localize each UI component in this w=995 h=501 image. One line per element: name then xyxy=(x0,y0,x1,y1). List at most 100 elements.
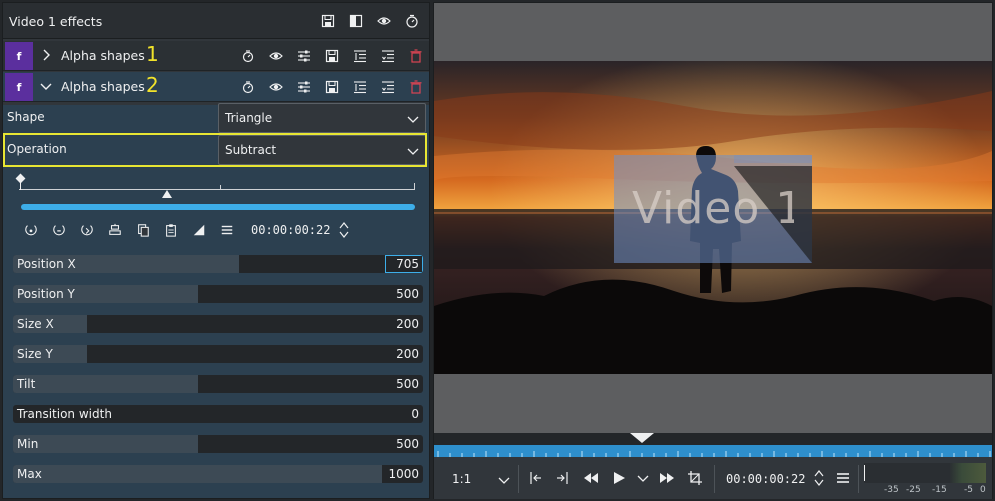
monitor-toolbar: 1:1 00:00:00:22 -35 -25 -15 -5 0 xyxy=(434,459,992,499)
collapse-all-icon[interactable] xyxy=(351,78,369,96)
move-keyframe-icon[interactable] xyxy=(77,220,97,240)
align-icon[interactable] xyxy=(105,220,125,240)
keyframe-timecode[interactable]: 00:00:00:22 xyxy=(251,223,330,237)
slider-fill xyxy=(13,435,198,453)
menu-icon[interactable] xyxy=(834,469,852,487)
paste-icon[interactable] xyxy=(161,220,181,240)
audio-meter-bar xyxy=(864,463,986,483)
meter-tick-label: -5 xyxy=(964,485,973,495)
param-slider-size-x[interactable]: Size X 200 xyxy=(13,315,423,333)
timecode-spinner-icon[interactable] xyxy=(810,469,828,487)
panel-title: Video 1 effects xyxy=(9,14,103,29)
monitor-timeline-ruler[interactable] xyxy=(434,433,992,457)
crop-icon[interactable] xyxy=(686,469,704,487)
playhead-marker[interactable] xyxy=(630,433,654,443)
ruler-tick xyxy=(414,183,415,190)
chevron-down-icon xyxy=(498,474,510,486)
meter-tick-label: -25 xyxy=(906,485,921,495)
param-label: Max xyxy=(17,467,42,481)
shape-row: Shape Triangle xyxy=(3,102,429,134)
param-value: 0 xyxy=(411,407,419,421)
param-value-input[interactable]: 705 xyxy=(385,255,423,273)
param-value: 500 xyxy=(396,377,419,391)
param-value: 500 xyxy=(396,287,419,301)
ruler-ticks xyxy=(437,451,991,457)
playhead-marker[interactable] xyxy=(162,190,172,198)
shape-value: Triangle xyxy=(225,111,273,125)
sliders-icon[interactable] xyxy=(295,78,313,96)
slider-fill xyxy=(13,465,382,483)
interpolation-icon[interactable] xyxy=(189,220,209,240)
param-label: Size Y xyxy=(17,347,53,361)
slider-fill xyxy=(13,375,198,393)
chevron-down-icon xyxy=(407,113,419,125)
chevron-down-icon[interactable] xyxy=(39,79,53,93)
zoom-select[interactable]: 1:1 xyxy=(442,467,510,491)
expand-all-icon[interactable] xyxy=(379,47,397,65)
param-slider-max[interactable]: Max 1000 xyxy=(13,465,423,483)
timer-icon[interactable] xyxy=(403,12,421,30)
effect-row-1[interactable]: f Alpha shapes 1 xyxy=(3,41,429,71)
copy-icon[interactable] xyxy=(133,220,153,240)
eye-icon[interactable] xyxy=(375,12,393,30)
param-slider-min[interactable]: Min 500 xyxy=(13,435,423,453)
play-icon[interactable] xyxy=(610,469,628,487)
param-slider-position-x[interactable]: Position X 705 xyxy=(13,255,423,273)
timer-icon[interactable] xyxy=(239,47,257,65)
audio-meter: -35 -25 -15 -5 0 xyxy=(864,461,988,497)
effect-badge: f xyxy=(5,42,33,70)
keyframe-toolbar: 00:00:00:22 xyxy=(21,219,421,241)
timecode-spinner-icon[interactable] xyxy=(338,220,350,240)
rewind-icon[interactable] xyxy=(582,469,600,487)
keyframe-ruler[interactable] xyxy=(15,173,415,201)
ruler-tick xyxy=(220,185,221,190)
effect-row-2[interactable]: f Alpha shapes 2 xyxy=(3,72,429,102)
chevron-down-icon[interactable] xyxy=(634,469,652,487)
eye-icon[interactable] xyxy=(267,47,285,65)
panel-header: Video 1 effects xyxy=(3,3,429,39)
sliders-icon[interactable] xyxy=(295,47,313,65)
monitor-canvas[interactable]: Video 1 xyxy=(434,3,992,433)
meter-tick-label: 0 xyxy=(980,485,986,495)
keyframe-track xyxy=(19,189,415,190)
fast-forward-icon[interactable] xyxy=(658,469,676,487)
delete-icon[interactable] xyxy=(407,78,425,96)
delete-icon[interactable] xyxy=(407,47,425,65)
menu-icon[interactable] xyxy=(217,220,237,240)
add-keyframe-icon[interactable] xyxy=(21,220,41,240)
param-value: 500 xyxy=(396,437,419,451)
save-icon[interactable] xyxy=(323,47,341,65)
param-slider-tilt[interactable]: Tilt 500 xyxy=(13,375,423,393)
highlight-outline xyxy=(3,133,427,167)
shape-label: Shape xyxy=(7,110,45,124)
separator xyxy=(714,465,715,493)
remove-keyframe-icon[interactable] xyxy=(49,220,69,240)
set-zone-out-icon[interactable] xyxy=(554,469,572,487)
separator xyxy=(518,465,519,493)
monitor-timecode[interactable]: 00:00:00:22 xyxy=(726,472,805,486)
param-value: 705 xyxy=(396,257,419,271)
zoom-value: 1:1 xyxy=(452,472,472,486)
save-icon[interactable] xyxy=(323,78,341,96)
chevron-right-icon[interactable] xyxy=(39,48,53,62)
param-slider-size-y[interactable]: Size Y 200 xyxy=(13,345,423,363)
effect-badge: f xyxy=(5,73,33,101)
save-icon[interactable] xyxy=(319,12,337,30)
timer-icon[interactable] xyxy=(239,78,257,96)
shape-select[interactable]: Triangle xyxy=(218,103,426,133)
param-value: 200 xyxy=(396,317,419,331)
split-compare-icon[interactable] xyxy=(347,12,365,30)
meter-tick-label: -15 xyxy=(932,485,947,495)
param-value: 200 xyxy=(396,347,419,361)
param-label: Position Y xyxy=(17,287,75,301)
eye-icon[interactable] xyxy=(267,78,285,96)
keyframe-stem xyxy=(20,181,21,190)
collapse-all-icon[interactable] xyxy=(351,47,369,65)
expand-all-icon[interactable] xyxy=(379,78,397,96)
audio-meter-level xyxy=(864,465,865,481)
param-slider-position-y[interactable]: Position Y 500 xyxy=(13,285,423,303)
param-slider-transition-width[interactable]: Transition width 0 xyxy=(13,405,423,423)
set-zone-in-icon[interactable] xyxy=(526,469,544,487)
effects-panel: Video 1 effects f Alpha shapes 1 f Alpha… xyxy=(2,2,430,499)
param-label: Transition width xyxy=(17,407,112,421)
